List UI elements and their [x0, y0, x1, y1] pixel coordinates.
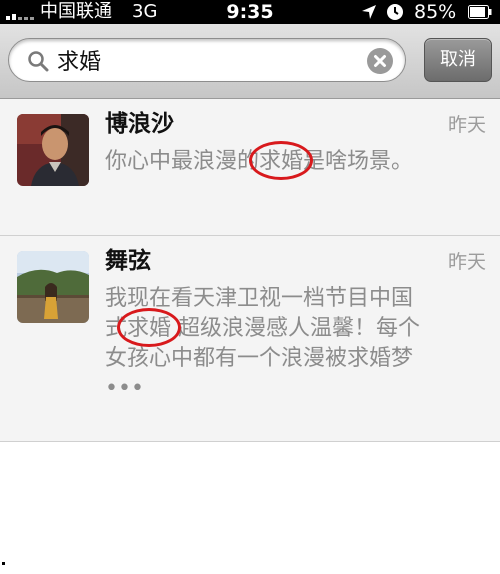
avatar — [17, 251, 89, 323]
avatar — [17, 114, 89, 186]
message-time: 昨天 — [447, 114, 486, 136]
search-match-highlight: 求婚 — [259, 149, 304, 174]
battery-icon — [468, 5, 492, 19]
cancel-button[interactable]: 取消 — [424, 38, 492, 82]
message-snippet: 你心中最浪漫的求婚是啥场景。 — [105, 147, 425, 177]
result-list: 博浪沙 昨天 你心中最浪漫的求婚是啥场景。 舞弦 昨天 我现在看天津卫视一档节目… — [0, 99, 500, 442]
clear-icon[interactable] — [367, 48, 393, 74]
snippet-text: 是啥场景。 — [303, 149, 414, 174]
search-match-highlight: 求婚 — [127, 316, 172, 341]
alarm-clock-icon — [387, 4, 403, 20]
status-bar: 中国联通 3G 9:35 85% — [0, 0, 500, 24]
search-bar: 取消 — [0, 24, 500, 99]
contact-name: 舞弦 — [105, 248, 151, 274]
search-icon — [28, 51, 49, 72]
location-arrow-icon — [362, 5, 376, 19]
search-input[interactable] — [57, 43, 357, 77]
list-item[interactable]: 舞弦 昨天 我现在看天津卫视一档节目中国式求婚 超级浪漫感人温馨！每个女孩心中都… — [0, 236, 500, 442]
search-field[interactable] — [8, 38, 406, 82]
stray-dot — [2, 562, 5, 565]
message-snippet: 我现在看天津卫视一档节目中国式求婚 超级浪漫感人温馨！每个女孩心中都有一个浪漫被… — [105, 284, 423, 404]
battery-percent: 85% — [414, 1, 457, 23]
list-item[interactable]: 博浪沙 昨天 你心中最浪漫的求婚是啥场景。 — [0, 99, 500, 236]
contact-name: 博浪沙 — [105, 111, 174, 137]
snippet-text: 你心中最浪漫的 — [105, 149, 260, 174]
message-time: 昨天 — [447, 251, 486, 273]
